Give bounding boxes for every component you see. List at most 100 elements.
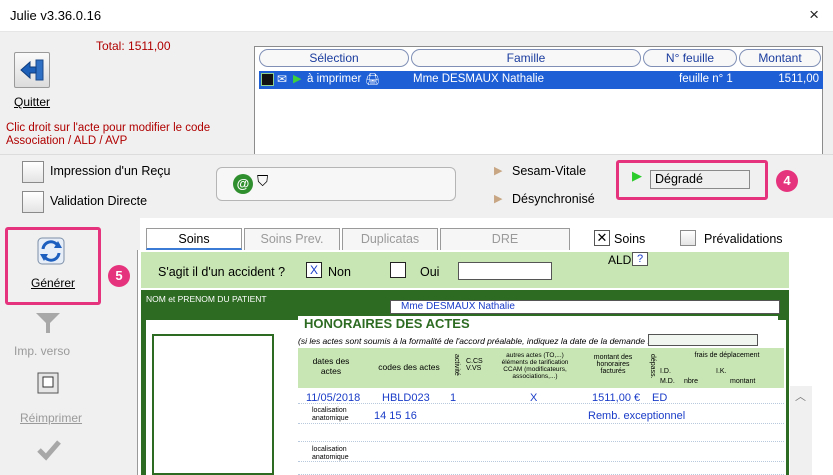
tab-soins[interactable]: Soins (146, 228, 242, 250)
sheet-grid[interactable]: Sélection Famille N° feuille Montant ✉ ▶… (254, 46, 823, 158)
direct-label[interactable]: Validation Directe (50, 194, 147, 208)
header-montant[interactable]: Montant (739, 49, 821, 67)
col-ik: I.K. (716, 368, 727, 375)
accident-yes-label: Oui (420, 265, 440, 279)
degraded-button[interactable]: Dégradé (650, 170, 750, 189)
col-codes: codes des actes (378, 362, 440, 372)
act-amount: 1511,00 € (592, 392, 641, 404)
col-depass: dépass. (649, 354, 656, 379)
row-status: à imprimer (307, 73, 362, 85)
generate-label[interactable]: Générer (31, 276, 75, 290)
ald-label: ALD (608, 253, 632, 267)
tab-soins-prev[interactable]: Soins Prev. (244, 228, 340, 250)
soins-check-label[interactable]: Soins (614, 232, 645, 246)
prevalid-checkbox[interactable] (680, 230, 696, 246)
vignette-box (152, 334, 274, 475)
col-montant-frais: montant (730, 378, 756, 385)
tab-duplicatas[interactable]: Duplicatas (342, 228, 438, 250)
at-icon[interactable]: @ (233, 174, 253, 194)
top-panel: Total: 1511,00 Quitter Clic droit sur l'… (0, 32, 833, 158)
act-date: 11/05/2018 (306, 392, 361, 404)
bookmark-icon[interactable]: ⛉ (257, 173, 268, 190)
row-amount: 1511,00 (778, 73, 819, 85)
header-feuille[interactable]: N° feuille (643, 49, 737, 67)
funnel-icon (36, 313, 60, 333)
direct-checkbox[interactable] (22, 191, 44, 213)
left-toolbar: Générer 5 Imp. verso Réimprimer (0, 218, 140, 475)
scrollbar[interactable]: ︿ (790, 386, 812, 475)
title-bar: Julie v3.36.0.16 × (0, 0, 833, 32)
row-sheet: feuille n° 1 (679, 73, 733, 85)
generate-button[interactable] (33, 234, 69, 268)
col-montant: montant des honoraires facturés (593, 354, 633, 375)
header-selection[interactable]: Sélection (259, 49, 409, 67)
accident-no-checkbox[interactable]: X (306, 262, 322, 278)
receipt-checkbox[interactable] (22, 161, 44, 183)
validate-button[interactable] (36, 438, 62, 465)
reprint-button[interactable] (35, 371, 61, 398)
options-row: Impression d'un Reçu Validation Directe … (0, 154, 833, 218)
checkmark-icon (37, 440, 61, 461)
doc-icon (261, 73, 274, 86)
remb-exceptionnel: Remb. exceptionnel (588, 410, 686, 422)
tab-dre[interactable]: DRE (440, 228, 570, 250)
act-modifier: X (530, 392, 538, 404)
total-label: Total: 1511,00 (96, 39, 171, 53)
play-icon: ▶ (293, 73, 302, 85)
col-md: M.D. (660, 378, 675, 385)
act-code: HBLD023 (382, 392, 430, 404)
hint-text: Clic droit sur l'acte pour modifier le c… (6, 122, 211, 147)
col-id: I.D. (660, 368, 671, 375)
table-row[interactable] (298, 390, 784, 404)
refresh-icon (37, 237, 65, 265)
honoraires-title: HONORAIRES DES ACTES (304, 316, 470, 331)
col-frais: frais de déplacement (694, 352, 760, 359)
soins-checkbox[interactable]: ✕ (594, 230, 610, 246)
accident-yes-checkbox[interactable] (390, 262, 406, 278)
quit-label[interactable]: Quitter (14, 95, 50, 109)
header-famille[interactable]: Famille (411, 49, 641, 67)
desync-arrow-icon: ▶ (494, 193, 503, 205)
ald-help-button[interactable]: ? (632, 252, 648, 266)
col-ccvs: C.CS V.VS (466, 358, 483, 372)
reprint-label[interactable]: Réimprimer (20, 411, 82, 425)
close-icon[interactable]: × (809, 5, 819, 25)
row-patient: Mme DESMAUX Nathalie (413, 73, 545, 85)
accident-date-field[interactable] (458, 262, 552, 280)
table-row[interactable] (298, 426, 784, 442)
prevalid-label[interactable]: Prévalidations (704, 232, 783, 246)
verso-button[interactable] (34, 311, 62, 338)
sesam-arrow-icon: ▶ (494, 165, 503, 177)
col-dates: dates des actes (312, 356, 350, 376)
list-item[interactable] (298, 406, 784, 424)
exit-arrow-icon (20, 59, 44, 81)
patient-name-field[interactable]: Mme DESMAUX Nathalie (390, 300, 780, 314)
patient-name-label: NOM et PRENOM DU PATIENT (146, 294, 267, 304)
accident-no-label: Non (328, 265, 351, 279)
sesam-label: Sesam-Vitale (512, 164, 587, 178)
step-badge-4: 4 (776, 170, 798, 192)
col-activite: activité (453, 354, 460, 376)
document-icon (37, 372, 59, 394)
localisation-value: 14 15 16 (374, 410, 417, 422)
mode-box: @ ⛉ (216, 167, 456, 201)
list-item[interactable] (298, 444, 784, 462)
localisation-label-2: localisation anatomique (312, 446, 349, 461)
step-badge-5: 5 (108, 265, 130, 287)
envelope-icon: ✉ (277, 72, 288, 86)
table-row[interactable]: ✉ ▶ à imprimer 🖨 Mme DESMAUX Nathalie fe… (259, 71, 823, 89)
verso-label[interactable]: Imp. verso (14, 344, 70, 358)
care-sheet-form: S'agit il d'un accident ? X Non Oui ALD … (137, 250, 790, 475)
chevron-up-icon[interactable]: ︿ (795, 388, 806, 404)
window-title: Julie v3.36.0.16 (10, 8, 102, 23)
receipt-label[interactable]: Impression d'un Reçu (50, 164, 171, 178)
col-autres: autres actes (TO,...) éléments de tarifi… (501, 352, 569, 380)
accident-question: S'agit il d'un accident ? (158, 265, 286, 279)
col-nbre: nbre (684, 378, 699, 385)
degraded-arrow-icon: ▶ (632, 168, 642, 183)
table-row[interactable] (298, 464, 784, 475)
quit-button[interactable] (14, 52, 50, 88)
act-ed: ED (652, 392, 668, 404)
desync-label: Désynchronisé (512, 192, 595, 206)
agreement-date-field[interactable] (648, 334, 758, 346)
